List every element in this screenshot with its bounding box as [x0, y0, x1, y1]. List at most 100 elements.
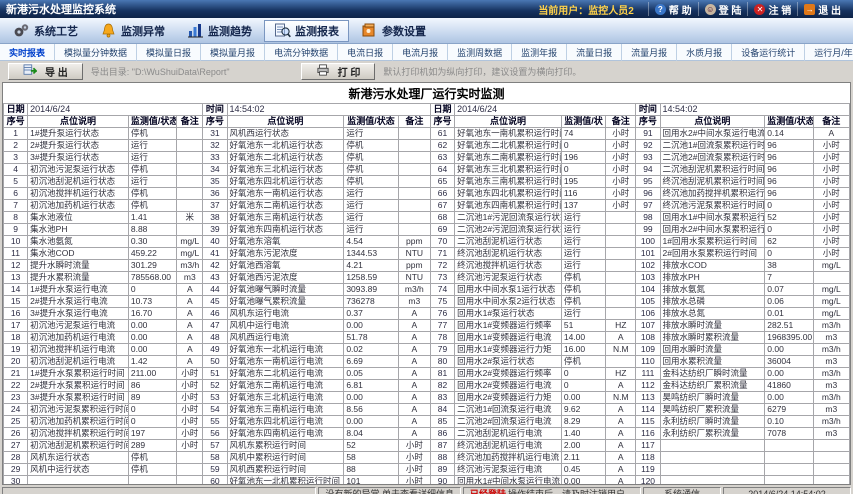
tab-4[interactable]: 模拟量月报 — [201, 44, 265, 61]
cell-value: 0.30 — [128, 236, 176, 248]
cell-description: 终沉池污泥泵运行状态 — [455, 272, 562, 284]
cell-no: 33 — [203, 152, 227, 164]
cell-description: 回用水中间水泵1运行状态 — [455, 284, 562, 296]
cell-value: 0.00 — [765, 368, 813, 380]
cell-value: 4.21 — [344, 260, 398, 272]
cell-description: 好氧池东一北机运行电流 — [227, 344, 344, 356]
button-label: 帮 助 — [669, 2, 692, 17]
cell-no: 111 — [636, 368, 660, 380]
cell-note: A — [398, 416, 430, 428]
cell-no: 64 — [430, 164, 454, 176]
cell-note — [398, 152, 430, 164]
cell-note: 小时 — [606, 152, 636, 164]
table-row: 26初沉池搅拌机累积运行时间197小时56好氧池东四南机运行电流8.04A86二… — [4, 428, 850, 440]
cell-value: 0 — [765, 248, 813, 260]
cell-no: 109 — [636, 344, 660, 356]
cell-note — [813, 476, 849, 486]
cell-value: 停机 — [128, 128, 176, 140]
menu-item-1[interactable]: 系统工艺 — [3, 20, 88, 42]
cell-no: 24 — [4, 404, 28, 416]
tab-3[interactable]: 模拟量日报 — [137, 44, 201, 61]
cell-description: 终沉池加药搅拌机累积运行时间 — [660, 188, 765, 200]
cell-no: 8 — [4, 212, 28, 224]
tab-2[interactable]: 模拟量分钟数据 — [55, 44, 137, 61]
cell-value: 停机 — [128, 452, 176, 464]
cell-note: 小时 — [813, 200, 849, 212]
cell-value: 6.69 — [344, 356, 398, 368]
cell-note: HZ — [606, 320, 636, 332]
cell-description: 1#回用水泵累积运行时间 — [660, 236, 765, 248]
help-button[interactable]: ?帮 助 — [648, 2, 698, 16]
cell-description: 终沉池刮泥机累积运行时间 — [660, 176, 765, 188]
cell-note: 小时 — [606, 188, 636, 200]
cell-no: 80 — [430, 356, 454, 368]
table-row: 5初沉池刮泥机运行状态运行35好氧池东四北机运行状态停机65好氧池东三南机累积运… — [4, 176, 850, 188]
cell-description: 回用水1#变频器运行频率 — [455, 320, 562, 332]
cell-description: 二沉池刮泥机累积运行时间 — [660, 164, 765, 176]
cell-note: A — [398, 320, 430, 332]
tab-1[interactable]: 实时报表 — [0, 44, 55, 61]
column-header: 备注 — [398, 116, 430, 128]
cell-value: 运行 — [344, 128, 398, 140]
tab-7[interactable]: 电流月报 — [393, 44, 448, 61]
tab-10[interactable]: 流量日报 — [567, 44, 622, 61]
cell-value: 1.41 — [128, 212, 176, 224]
cell-note — [606, 212, 636, 224]
cell-description: 金科达纺织厂累积流量 — [660, 380, 765, 392]
cell-value: 3093.89 — [344, 284, 398, 296]
logout-button[interactable]: ✕注 销 — [747, 2, 797, 16]
menu-item-2[interactable]: 监测异常 — [90, 20, 175, 42]
cell-value: 9.62 — [561, 404, 605, 416]
cell-no: 54 — [203, 404, 227, 416]
cell-note: HZ — [606, 368, 636, 380]
column-header: 点位说明 — [455, 116, 562, 128]
cell-no: 98 — [636, 212, 660, 224]
menu-item-4[interactable]: 监测报表 — [264, 20, 349, 42]
cell-no: 74 — [430, 284, 454, 296]
cell-value: 0 — [128, 284, 176, 296]
table-row: 12提升水瞬时流量301.29m3/h42好氧池西溶氧4.21ppm72终沉池搅… — [4, 260, 850, 272]
menu-item-3[interactable]: 监测趋势 — [177, 20, 262, 42]
tab-14[interactable]: 运行月/年报 — [805, 44, 853, 61]
cell-description — [660, 476, 765, 486]
print-button[interactable]: 打 印 — [301, 63, 376, 80]
cell-description: 1#提升水泵累积运行时间 — [28, 368, 129, 380]
cell-description — [660, 464, 765, 476]
current-user-label: 当前用户：监控人员2 — [538, 2, 634, 17]
cell-value: 8.04 — [344, 428, 398, 440]
cell-no: 3 — [4, 152, 28, 164]
cell-no: 32 — [203, 140, 227, 152]
cell-note: A — [606, 332, 636, 344]
tab-13[interactable]: 设备运行统计 — [732, 44, 805, 61]
cell-value: 88 — [344, 464, 398, 476]
cell-note: A — [606, 476, 636, 486]
cell-description: 排放水瞬时累积流量 — [660, 332, 765, 344]
cell-description: 金科达纺织厂瞬时流量 — [660, 368, 765, 380]
cell-description: 初沉池污泥泵累积运行时间 — [28, 404, 129, 416]
cell-no: 52 — [203, 380, 227, 392]
cell-note: A — [606, 416, 636, 428]
status-task-info[interactable]: 没有新的异常 单击查看详细信息 — [318, 487, 461, 494]
menu-item-5[interactable]: 参数设置 — [351, 20, 436, 42]
tab-8[interactable]: 监测周数据 — [448, 44, 512, 61]
tab-12[interactable]: 水质月报 — [677, 44, 732, 61]
tab-5[interactable]: 电流分钟数据 — [265, 44, 338, 61]
cell-value: 停机 — [128, 200, 176, 212]
status-comm: 系统通信 — [643, 487, 721, 494]
cell-description: 终沉池加药搅拌机运行电流 — [455, 452, 562, 464]
cell-no: 48 — [203, 332, 227, 344]
export-button[interactable]: 导 出 — [8, 63, 83, 80]
cell-description: 终沉池污泥泵运行电流 — [455, 464, 562, 476]
login-button[interactable]: ☺登 陆 — [698, 2, 748, 16]
menu-bar: 系统工艺监测异常监测趋势监测报表参数设置 — [0, 18, 853, 44]
cell-description: 风机中运行状态 — [28, 464, 129, 476]
tab-9[interactable]: 监测年报 — [512, 44, 567, 61]
column-header: 点位说明 — [28, 116, 129, 128]
tab-6[interactable]: 电流日报 — [338, 44, 393, 61]
logout-icon: ✕ — [754, 4, 765, 15]
cell-note: mg/L — [177, 248, 203, 260]
exit-button[interactable]: →退 出 — [797, 2, 847, 16]
tab-11[interactable]: 流量月报 — [622, 44, 677, 61]
cell-description: 回用水2#变频器运行力矩 — [455, 392, 562, 404]
cell-description: 风机东运行状态 — [28, 452, 129, 464]
